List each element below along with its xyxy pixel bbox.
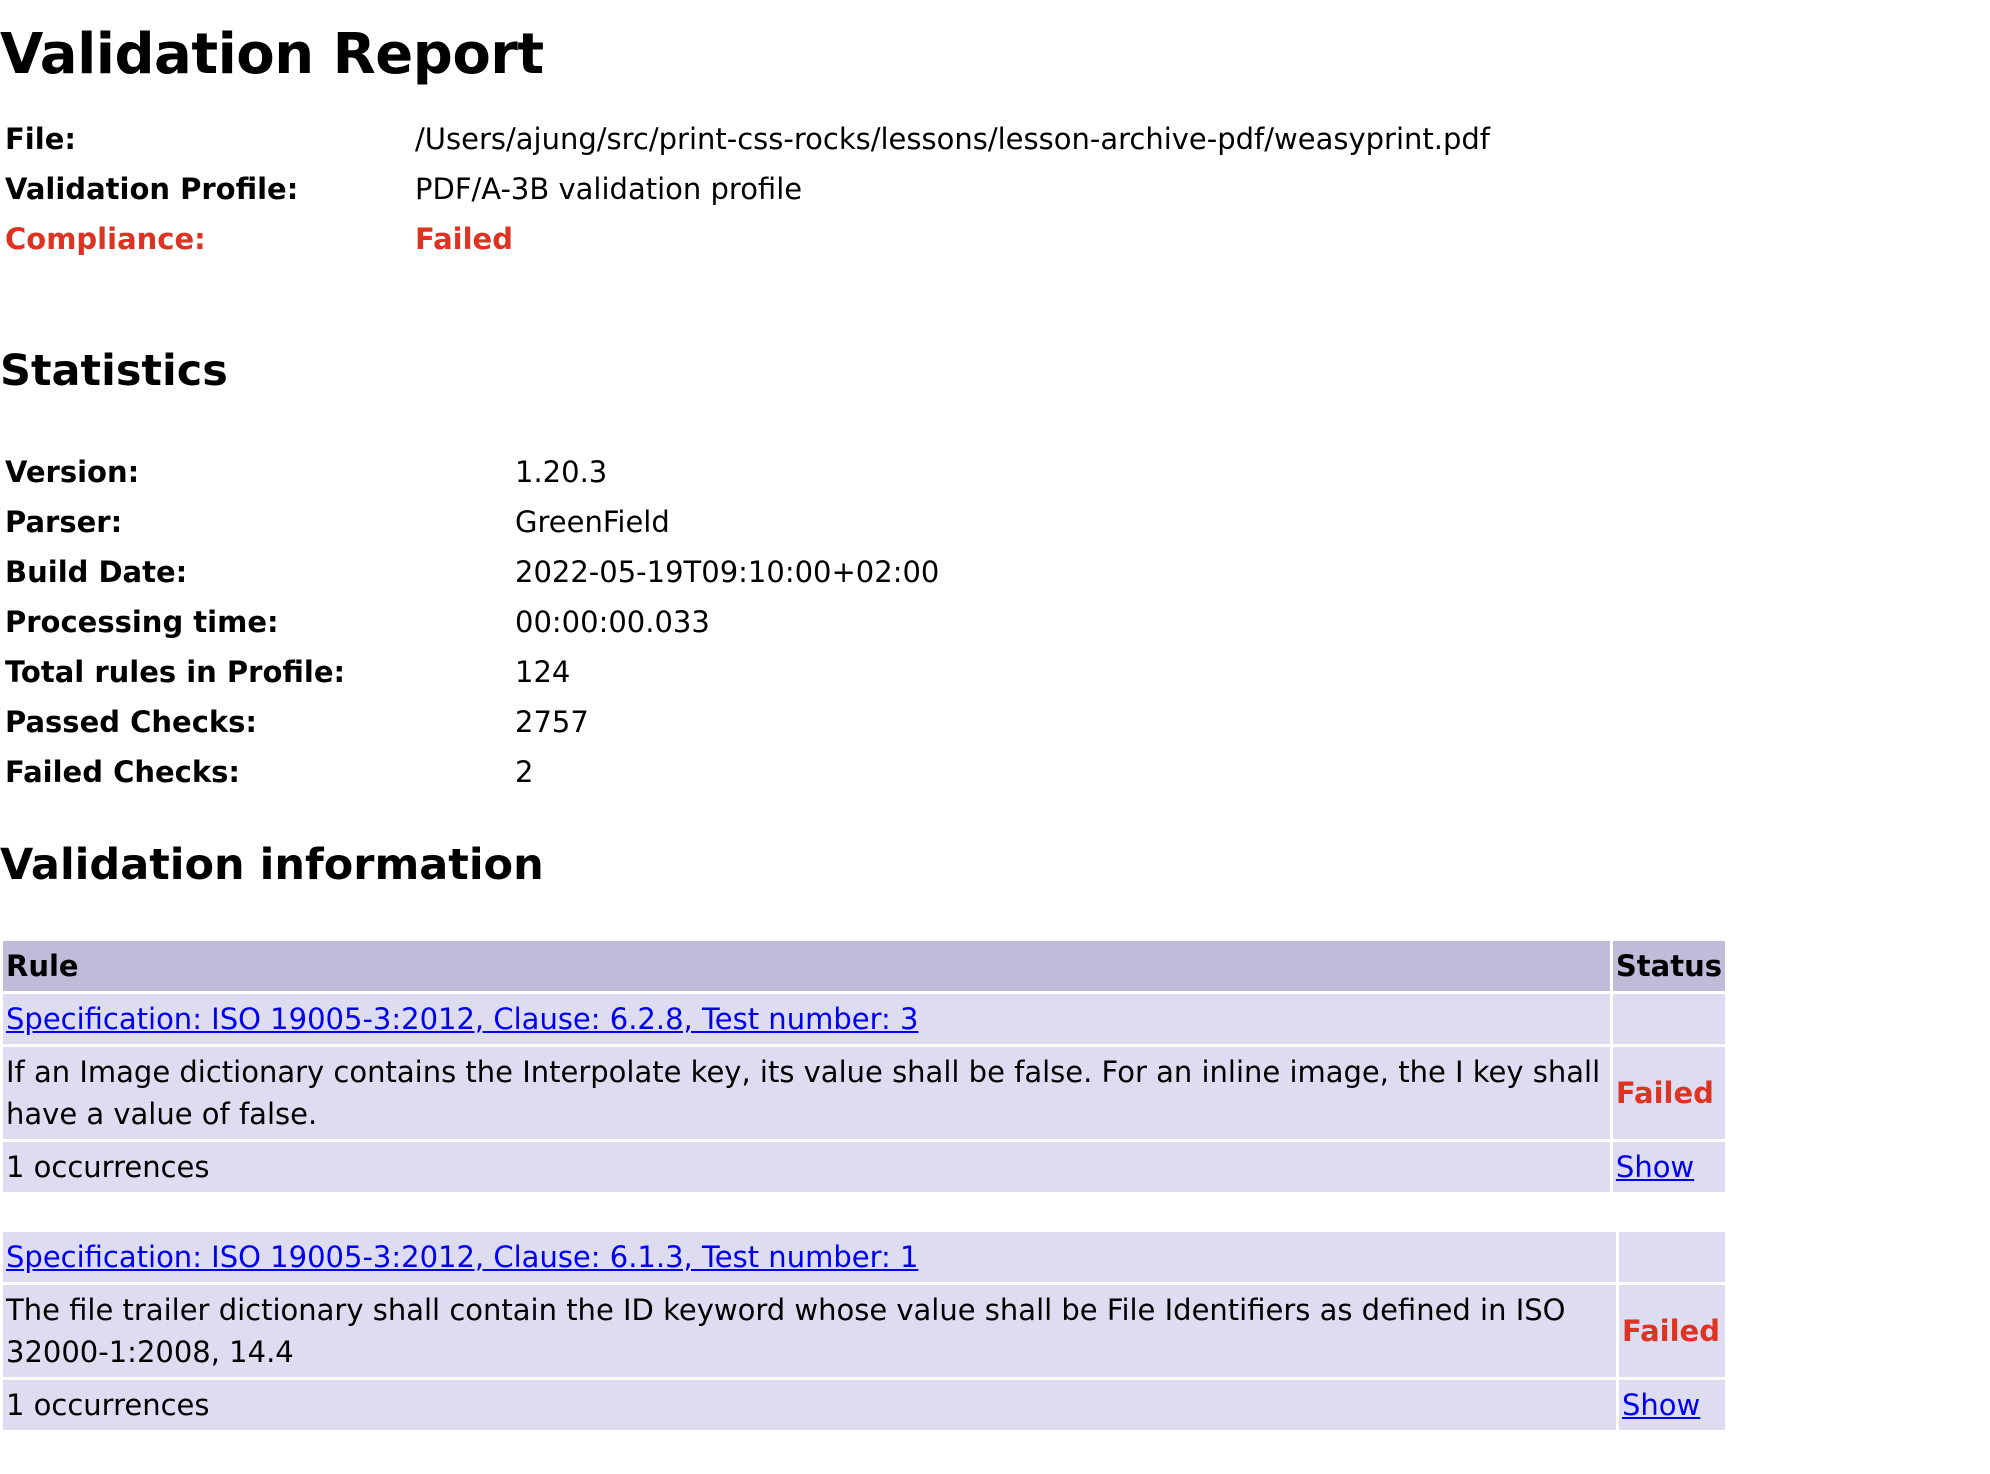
statistics-heading: Statistics	[0, 346, 228, 396]
stat-label: Total rules in Profile:	[5, 655, 346, 689]
stat-value: 2	[515, 755, 534, 789]
profile-label: Validation Profile:	[5, 172, 299, 206]
rule-occurrences: 1 occurrences	[3, 1380, 1616, 1430]
stat-label: Parser:	[5, 505, 123, 539]
profile-value: PDF/A-3B validation profile	[415, 172, 803, 206]
stat-label: Version:	[5, 455, 140, 489]
rule-occurrences-row: 1 occurrences Show	[3, 1142, 1725, 1192]
stat-value: 1.20.3	[515, 455, 608, 489]
compliance-value: Failed	[415, 222, 513, 256]
rules-header-row: Rule Status	[3, 941, 1725, 991]
show-occurrences-link[interactable]: Show	[1622, 1388, 1700, 1422]
show-occurrences-link[interactable]: Show	[1616, 1150, 1694, 1184]
rule-description-row: The file trailer dictionary shall contai…	[3, 1285, 1725, 1377]
rule-status-badge: Failed	[1619, 1285, 1725, 1377]
page-title: Validation Report	[0, 22, 544, 87]
rule-description: The file trailer dictionary shall contai…	[3, 1285, 1616, 1377]
rule-spec-status-cell	[1612, 994, 1725, 1044]
rule-spec-status-cell	[1619, 1232, 1725, 1282]
rule-spec-link[interactable]: Specification: ISO 19005-3:2012, Clause:…	[6, 1002, 918, 1036]
rule-occurrences-row: 1 occurrences Show	[3, 1380, 1725, 1430]
stat-value: 2757	[515, 705, 589, 739]
rule-spec-cell: Specification: ISO 19005-3:2012, Clause:…	[3, 1232, 1616, 1282]
stat-value: GreenField	[515, 505, 670, 539]
rule-spec-link[interactable]: Specification: ISO 19005-3:2012, Clause:…	[6, 1240, 918, 1274]
rule-show-cell: Show	[1619, 1380, 1725, 1430]
file-label: File:	[5, 122, 76, 156]
rule-column-header: Rule	[3, 941, 1610, 991]
stat-label: Processing time:	[5, 605, 279, 639]
rule-description: If an Image dictionary contains the Inte…	[3, 1047, 1610, 1139]
stat-label: Build Date:	[5, 555, 188, 589]
rule-status-badge: Failed	[1612, 1047, 1725, 1139]
rule-spec-cell: Specification: ISO 19005-3:2012, Clause:…	[3, 994, 1610, 1044]
rule-show-cell: Show	[1612, 1142, 1725, 1192]
rules-table: Specification: ISO 19005-3:2012, Clause:…	[0, 1229, 1728, 1433]
rule-description-row: If an Image dictionary contains the Inte…	[3, 1047, 1725, 1139]
file-value: /Users/ajung/src/print-css-rocks/lessons…	[415, 122, 1491, 156]
rules-table: Rule Status Specification: ISO 19005-3:2…	[0, 938, 1728, 1195]
rule-spec-row: Specification: ISO 19005-3:2012, Clause:…	[3, 994, 1725, 1044]
stat-value: 2022-05-19T09:10:00+02:00	[515, 555, 940, 589]
stat-value: 124	[515, 655, 571, 689]
validation-heading: Validation information	[0, 840, 544, 890]
status-column-header: Status	[1612, 941, 1725, 991]
compliance-label: Compliance:	[5, 222, 206, 256]
rule-spec-row: Specification: ISO 19005-3:2012, Clause:…	[3, 1232, 1725, 1282]
rule-occurrences: 1 occurrences	[3, 1142, 1610, 1192]
stat-label: Failed Checks:	[5, 755, 241, 789]
stat-value: 00:00:00.033	[515, 605, 710, 639]
stat-label: Passed Checks:	[5, 705, 258, 739]
